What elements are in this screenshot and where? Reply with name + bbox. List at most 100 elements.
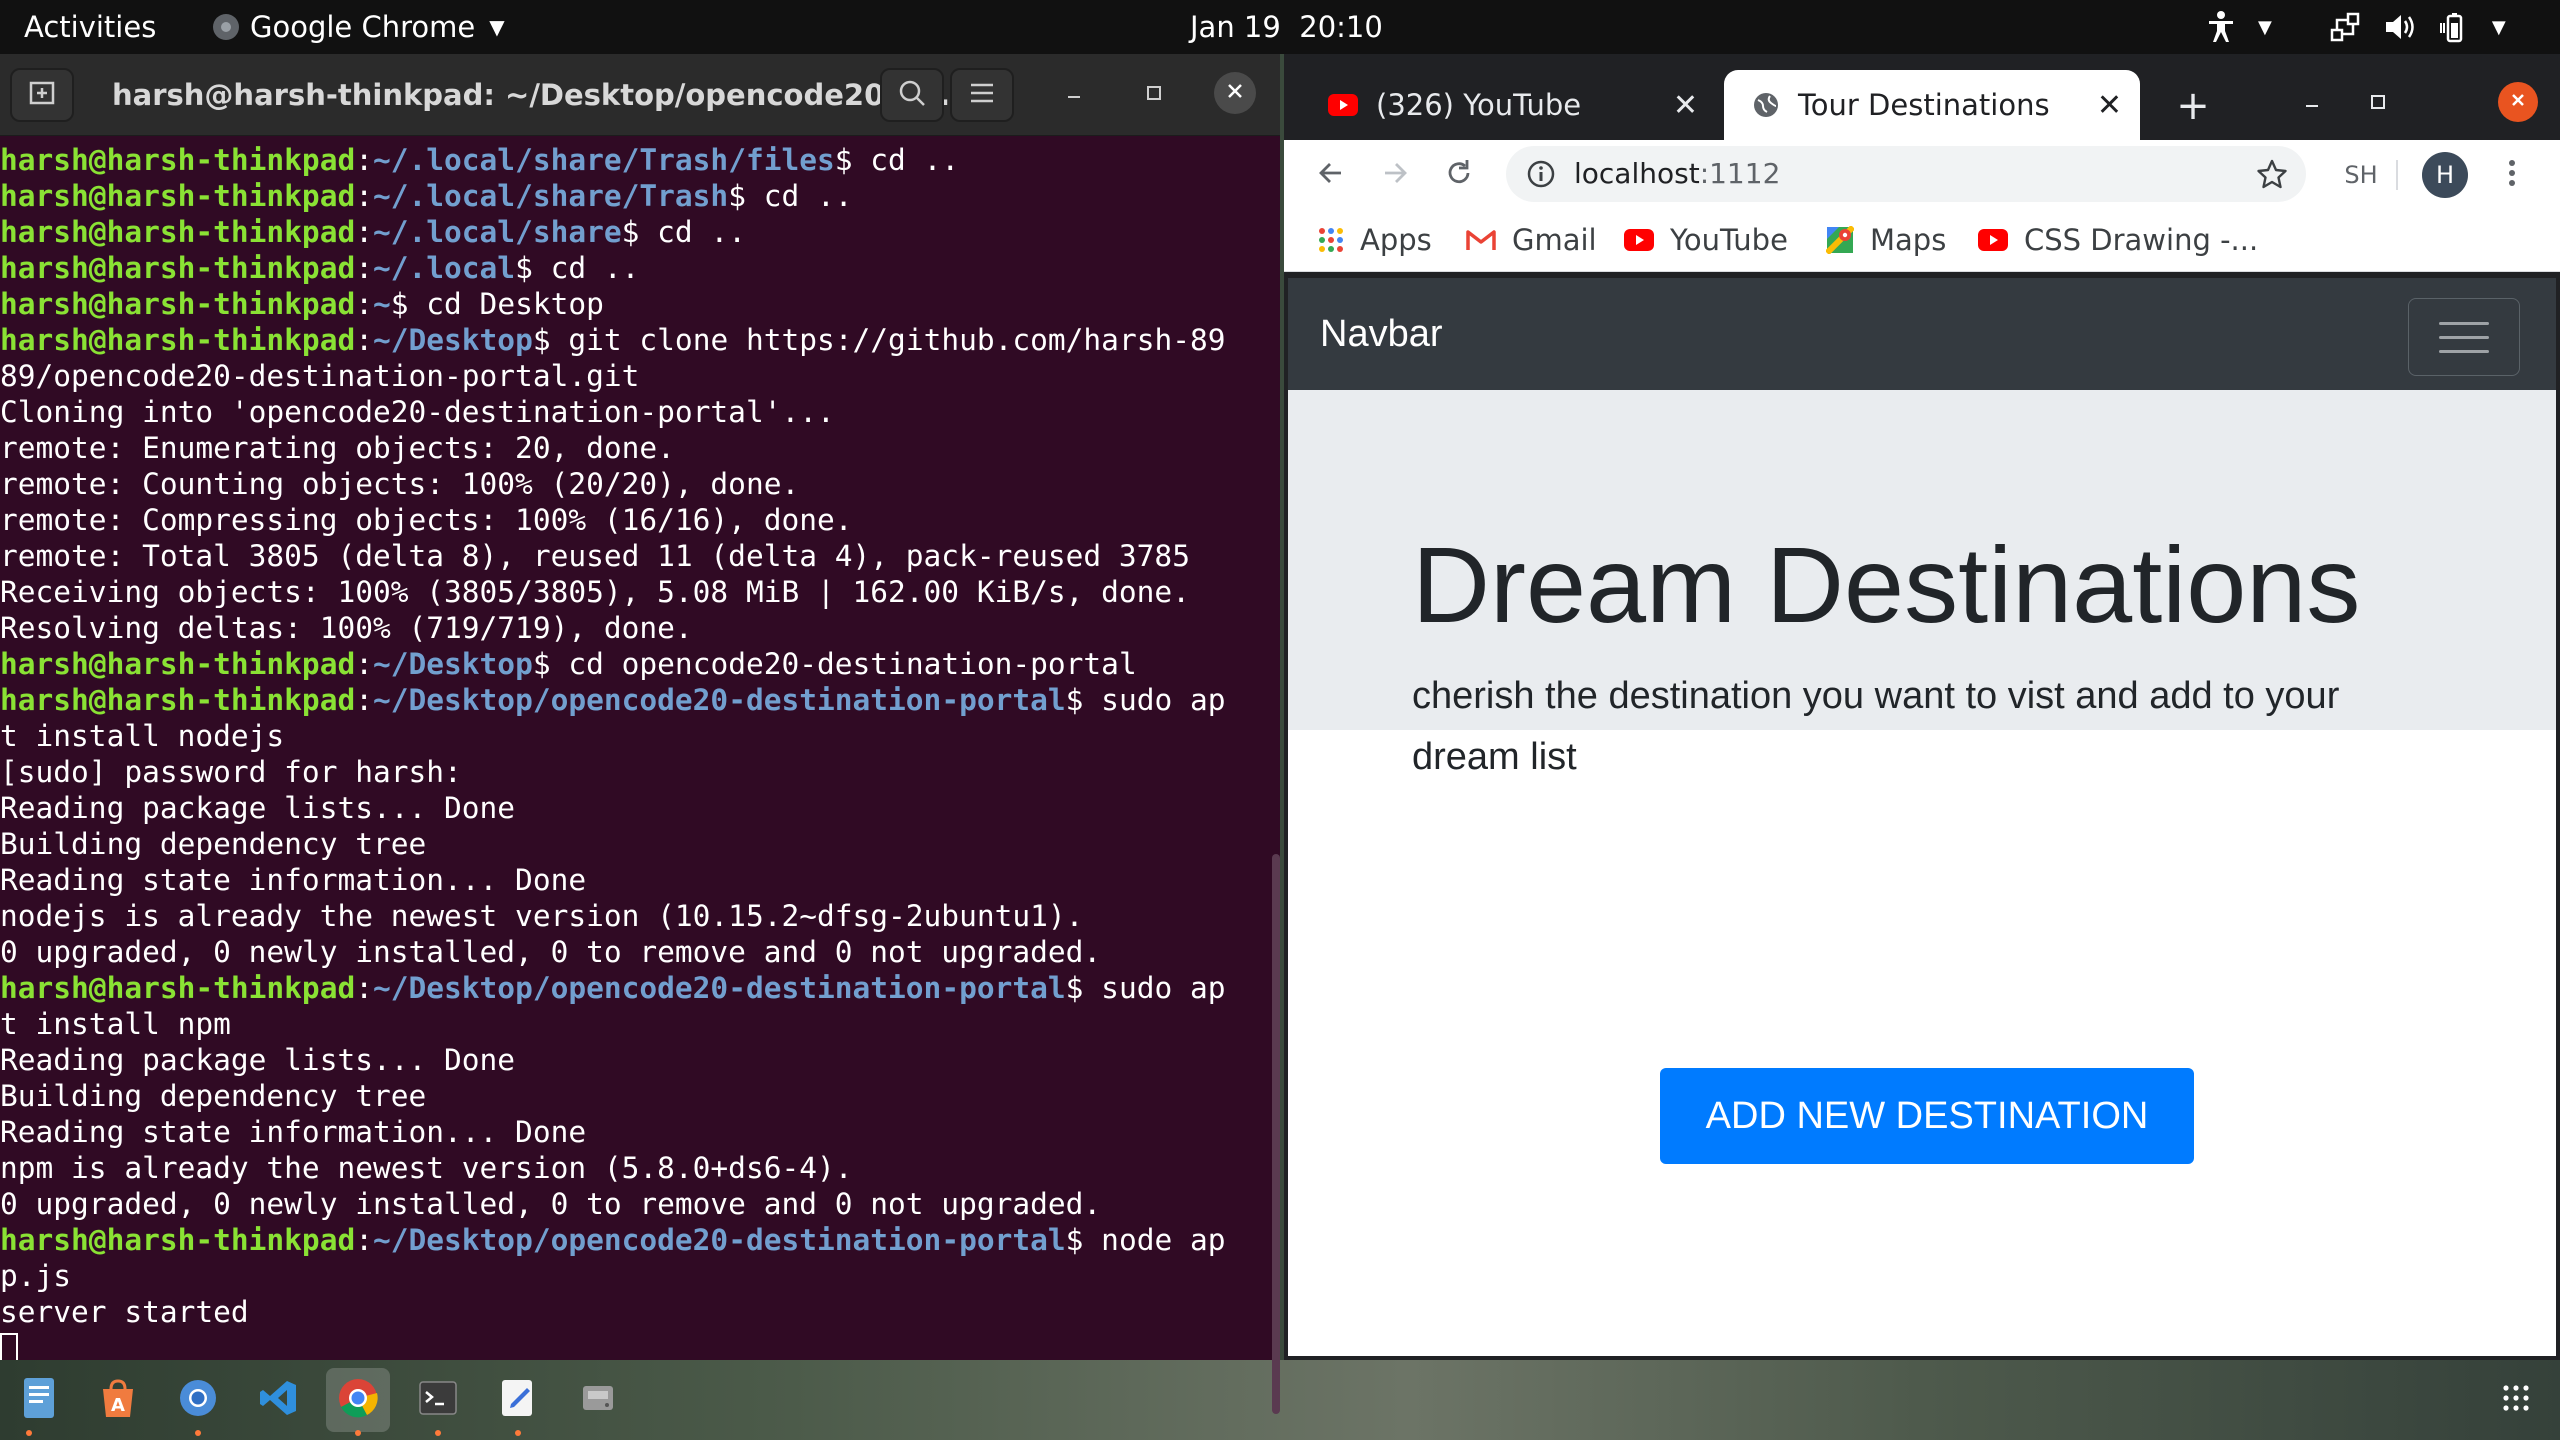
bookmark-apps[interactable]: Apps bbox=[1318, 208, 1432, 272]
apps-grid-icon bbox=[1318, 227, 1344, 253]
terminal-output[interactable]: harsh@harsh-thinkpad:~/.local/share/Tras… bbox=[0, 136, 1270, 1360]
terminal-output-line: Cloning into 'opencode20-destination-por… bbox=[0, 395, 835, 429]
chromium-app[interactable] bbox=[166, 1368, 230, 1436]
terminal-output-line: [sudo] password for harsh: bbox=[0, 755, 462, 789]
software-store-app[interactable]: A bbox=[86, 1368, 150, 1432]
back-button[interactable] bbox=[1306, 150, 1356, 200]
terminal-output-line: nodejs is already the newest version (10… bbox=[0, 899, 1084, 933]
search-button[interactable] bbox=[880, 68, 944, 122]
bookmark-gmail[interactable]: Gmail bbox=[1466, 208, 1597, 272]
navbar-brand[interactable]: Navbar bbox=[1320, 278, 1443, 390]
close-tab-icon[interactable]: ✕ bbox=[1673, 70, 1698, 140]
terminal-icon bbox=[418, 1380, 458, 1420]
terminal-prompt-line: harsh@harsh-thinkpad:~/.local/share$ cd … bbox=[0, 214, 1270, 250]
chromium-icon bbox=[178, 1378, 218, 1422]
terminal-app[interactable] bbox=[406, 1368, 470, 1436]
app-menu-label: Google Chrome bbox=[250, 10, 476, 44]
prompt-user: harsh@harsh-thinkpad bbox=[0, 215, 356, 249]
text-editor-icon bbox=[500, 1378, 536, 1422]
prompt-command: $ git clone https://github.com/harsh-89 bbox=[532, 323, 1226, 357]
software-store-icon: A bbox=[97, 1377, 139, 1423]
navbar-toggler-button[interactable] bbox=[2408, 298, 2520, 376]
system-tray[interactable]: ▼ ▼ bbox=[2206, 0, 2506, 54]
youtube-icon bbox=[1624, 229, 1654, 251]
bookmark-maps[interactable]: Maps bbox=[1826, 208, 1946, 272]
bookmark-label: Gmail bbox=[1512, 223, 1597, 257]
caret-down-icon[interactable]: ▼ bbox=[2258, 0, 2272, 54]
top-bar: Activities Google Chrome ▼ Jan 19 20:10 … bbox=[0, 0, 2560, 54]
terminal-headerbar[interactable]: harsh@harsh-thinkpad: ~/Desktop/opencode… bbox=[0, 54, 1280, 136]
terminal-title: harsh@harsh-thinkpad: ~/Desktop/opencode… bbox=[112, 78, 951, 112]
prompt-command: $ cd .. bbox=[515, 251, 640, 285]
files-app[interactable] bbox=[8, 1368, 72, 1436]
info-icon[interactable] bbox=[1526, 159, 1556, 193]
bookmarks-bar: Apps Gmail YouTube Maps CSS Drawing -... bbox=[1284, 208, 2560, 272]
forward-button[interactable] bbox=[1370, 150, 1420, 200]
show-applications[interactable] bbox=[2484, 1368, 2548, 1432]
profile-avatar[interactable]: H bbox=[2422, 152, 2468, 198]
page-viewport[interactable]: Navbar Dream Destinations cherish the de… bbox=[1288, 278, 2556, 1356]
plus-icon: + bbox=[2176, 83, 2210, 129]
prompt-colon: : bbox=[355, 323, 373, 357]
bookmark-youtube[interactable]: YouTube bbox=[1624, 208, 1788, 272]
disk-app[interactable] bbox=[566, 1368, 630, 1432]
sh-label: SH bbox=[2344, 161, 2378, 189]
terminal-scrollbar[interactable] bbox=[1272, 854, 1280, 1414]
caret-down-icon[interactable]: ▼ bbox=[2492, 0, 2506, 54]
reload-button[interactable] bbox=[1434, 150, 1484, 200]
arrow-right-icon bbox=[1381, 159, 1409, 191]
terminal-prompt-line: harsh@harsh-thinkpad:~/Desktop/opencode2… bbox=[0, 682, 1270, 718]
jumbotron-lead: cherish the destination you want to vist… bbox=[1412, 675, 2340, 778]
minimize-button[interactable] bbox=[1044, 68, 1104, 122]
chrome-menu-button[interactable] bbox=[2492, 150, 2532, 200]
prompt-command: $ cd opencode20-destination-portal bbox=[532, 647, 1137, 681]
prompt-path: ~/Desktop/opencode20-destination-portal bbox=[372, 683, 1066, 717]
svg-text:A: A bbox=[111, 1395, 125, 1416]
hamburger-icon bbox=[969, 82, 995, 108]
chrome-window[interactable]: (326) YouTube ✕ Tour Destinations ✕ + lo… bbox=[1284, 54, 2560, 1360]
bookmark-css-drawing[interactable]: CSS Drawing -... bbox=[1978, 208, 2258, 272]
tab-youtube[interactable]: (326) YouTube ✕ bbox=[1300, 70, 1716, 140]
maximize-button[interactable] bbox=[1124, 68, 1184, 122]
chrome-app-icon bbox=[212, 13, 240, 41]
app-menu[interactable]: Google Chrome ▼ bbox=[212, 0, 505, 54]
volume-icon[interactable] bbox=[2384, 0, 2416, 54]
new-tab-button[interactable]: + bbox=[2168, 78, 2218, 134]
new-tab-icon bbox=[29, 80, 55, 110]
minimize-button[interactable] bbox=[2284, 74, 2340, 134]
terminal-output-line: Building dependency tree bbox=[0, 1079, 427, 1113]
terminal-window[interactable]: harsh@harsh-thinkpad: ~/Desktop/opencode… bbox=[0, 54, 1280, 1414]
terminal-output-line: Reading state information... Done bbox=[0, 1115, 587, 1149]
prompt-user: harsh@harsh-thinkpad bbox=[0, 143, 356, 177]
address-bar[interactable]: localhost:1112 bbox=[1506, 146, 2306, 202]
files-icon bbox=[20, 1376, 60, 1424]
star-icon[interactable] bbox=[2256, 158, 2288, 194]
prompt-path: ~/Desktop/opencode20-destination-portal bbox=[372, 971, 1066, 1005]
terminal-output-line: Reading package lists... Done bbox=[0, 1043, 516, 1077]
network-icon[interactable] bbox=[2330, 0, 2362, 54]
running-indicator bbox=[26, 1430, 32, 1436]
menu-button[interactable] bbox=[950, 68, 1014, 122]
close-button[interactable] bbox=[1214, 72, 1256, 114]
maximize-button[interactable] bbox=[2350, 74, 2406, 134]
add-new-destination-button[interactable]: ADD NEW DESTINATION bbox=[1660, 1068, 2194, 1164]
activities-label: Activities bbox=[24, 10, 157, 44]
battery-icon[interactable] bbox=[2438, 0, 2470, 54]
clock[interactable]: Jan 19 20:10 bbox=[1190, 0, 1383, 54]
jumbotron: Dream Destinations cherish the destinati… bbox=[1288, 390, 2556, 778]
vscode-app[interactable] bbox=[246, 1368, 310, 1432]
chrome-app[interactable] bbox=[326, 1368, 390, 1436]
prompt-path: ~/Desktop bbox=[372, 323, 533, 357]
sh-extension-button[interactable]: SH bbox=[2336, 150, 2386, 200]
new-tab-button[interactable] bbox=[10, 68, 74, 122]
accessibility-icon[interactable] bbox=[2206, 0, 2236, 54]
tab-tour-destinations[interactable]: Tour Destinations ✕ bbox=[1724, 70, 2140, 140]
activities-button[interactable]: Activities bbox=[24, 0, 156, 54]
prompt-user: harsh@harsh-thinkpad bbox=[0, 179, 356, 213]
more-vert-icon bbox=[2508, 159, 2516, 191]
minimize-icon bbox=[2303, 93, 2321, 115]
terminal-output-line: remote: Enumerating objects: 20, done. bbox=[0, 431, 675, 465]
close-tab-icon[interactable]: ✕ bbox=[2097, 70, 2122, 140]
close-button[interactable] bbox=[2498, 82, 2538, 122]
text-editor-app[interactable] bbox=[486, 1368, 550, 1436]
